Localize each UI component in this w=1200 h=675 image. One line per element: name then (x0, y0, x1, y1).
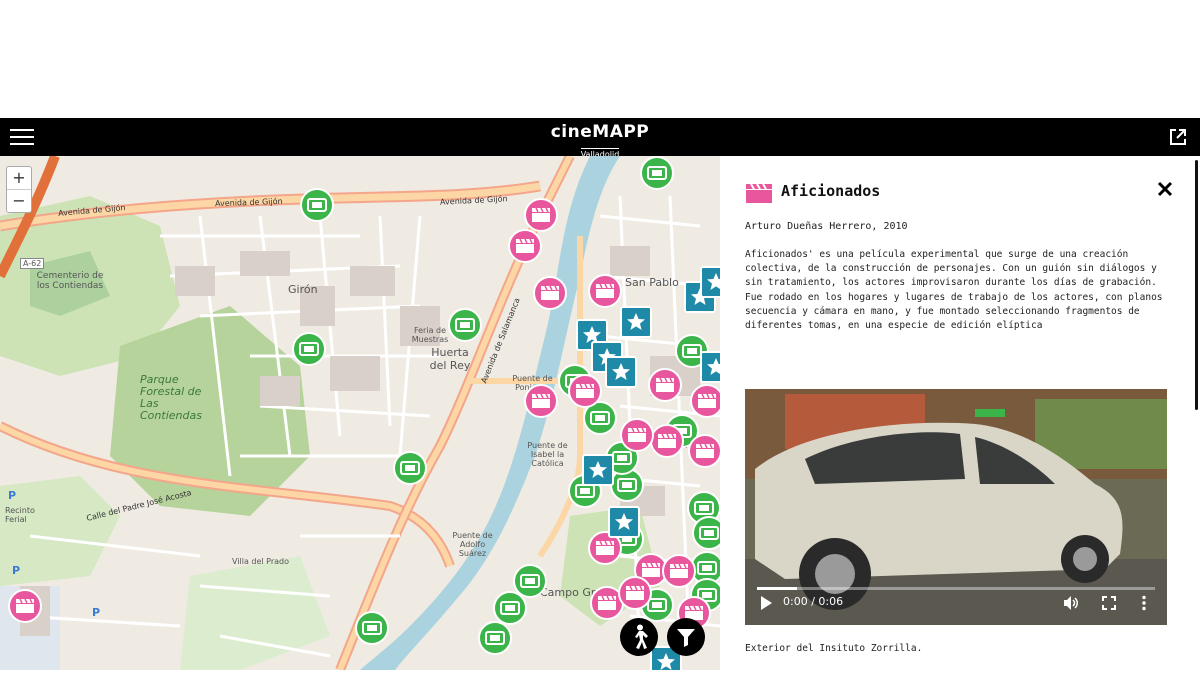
panel-title-row: Aficionados (745, 180, 1165, 204)
film-meta: Arturo Dueñas Herrero, 2010 (745, 221, 908, 232)
walking-person-icon[interactable] (620, 618, 658, 656)
clapperboard-marker-icon[interactable] (648, 368, 682, 402)
clapperboard-marker-icon[interactable] (688, 434, 720, 468)
clapperboard-marker-icon[interactable] (568, 374, 602, 408)
parking-icon: P (8, 489, 17, 502)
map-label: Cementerio de los Contiendas (36, 271, 104, 291)
star-marker-icon[interactable] (605, 356, 637, 388)
film-marker-icon[interactable] (300, 188, 334, 222)
panel-scrollbar[interactable] (1195, 160, 1198, 410)
video-controls: 0:00 / 0:06 (745, 583, 1167, 625)
clapperboard-marker-icon[interactable] (650, 424, 684, 458)
map-label: Feria de Muestras (411, 326, 449, 344)
clapperboard-marker-icon[interactable] (620, 418, 654, 452)
video-progress-fill (757, 587, 797, 590)
clapperboard-marker-icon[interactable] (524, 198, 558, 232)
clapperboard-marker-icon[interactable] (588, 274, 622, 308)
parking-icon: P (92, 606, 101, 619)
clapperboard-marker-icon[interactable] (662, 554, 696, 588)
zoom-control: + − (6, 166, 32, 213)
map-label: Recinto Ferial (5, 506, 35, 524)
clapperboard-marker-icon[interactable] (524, 384, 558, 418)
app-name: cineMAPP (550, 122, 650, 142)
film-marker-icon[interactable] (478, 621, 512, 655)
map-label: Huerta del Rey (429, 346, 471, 372)
clapperboard-marker-icon[interactable] (508, 229, 542, 263)
top-bar: cineMAPP Valladolid (0, 118, 1200, 159)
zoom-out-button[interactable]: − (7, 189, 31, 212)
close-icon[interactable] (1154, 178, 1176, 200)
film-marker-icon[interactable] (692, 516, 720, 550)
map-label: Villa del Prado (232, 557, 290, 566)
film-marker-icon[interactable] (448, 308, 482, 342)
clapperboard-marker-icon[interactable] (8, 589, 42, 623)
road-shield: A-62 (20, 258, 45, 269)
map-label: Puente de Adolfo Suárez (452, 531, 493, 558)
star-marker-icon[interactable] (700, 351, 720, 383)
video-time: 0:00 / 0:06 (783, 595, 844, 608)
film-marker-icon[interactable] (292, 332, 326, 366)
map-label: Girón (288, 283, 318, 296)
star-marker-icon[interactable] (620, 306, 652, 338)
more-options-icon[interactable] (1141, 595, 1147, 611)
filter-funnel-icon[interactable] (667, 618, 705, 656)
play-icon[interactable] (759, 595, 773, 611)
map-label: Puente de Isabel la Católica (527, 441, 568, 468)
info-panel: Aficionados Arturo Dueñas Herrero, 2010 … (720, 156, 1200, 675)
video-progress-track[interactable] (757, 587, 1155, 590)
clapperboard-marker-icon[interactable] (533, 276, 567, 310)
zoom-in-button[interactable]: + (7, 167, 31, 189)
film-marker-icon[interactable] (640, 156, 674, 190)
fullscreen-icon[interactable] (1102, 596, 1116, 610)
star-marker-icon[interactable] (582, 454, 614, 486)
video-caption: Exterior del Insituto Zorrilla. (745, 643, 923, 654)
clapperboard-marker-icon[interactable] (690, 384, 720, 418)
map-label: Parque Forestal de Las Contiendas (140, 373, 202, 422)
panel-title: Aficionados (781, 182, 881, 200)
external-link-icon[interactable] (1168, 127, 1188, 147)
video-player[interactable]: 0:00 / 0:06 (745, 389, 1167, 625)
volume-icon[interactable] (1063, 595, 1079, 611)
film-marker-icon[interactable] (393, 451, 427, 485)
star-marker-icon[interactable] (608, 506, 640, 538)
map-label: San Pablo (625, 276, 679, 289)
hamburger-menu-icon[interactable] (10, 128, 34, 146)
film-marker-icon[interactable] (513, 564, 547, 598)
film-description: Aficionados' es una película experimenta… (745, 249, 1163, 332)
clapperboard-marker-icon[interactable] (618, 576, 652, 610)
star-marker-icon[interactable] (700, 266, 720, 298)
parking-icon: P (12, 564, 21, 577)
map-view[interactable]: + − Avenida de Gijón Avenida de Gijón Av… (0, 156, 720, 670)
clapperboard-icon (746, 183, 772, 203)
film-marker-icon[interactable] (355, 611, 389, 645)
